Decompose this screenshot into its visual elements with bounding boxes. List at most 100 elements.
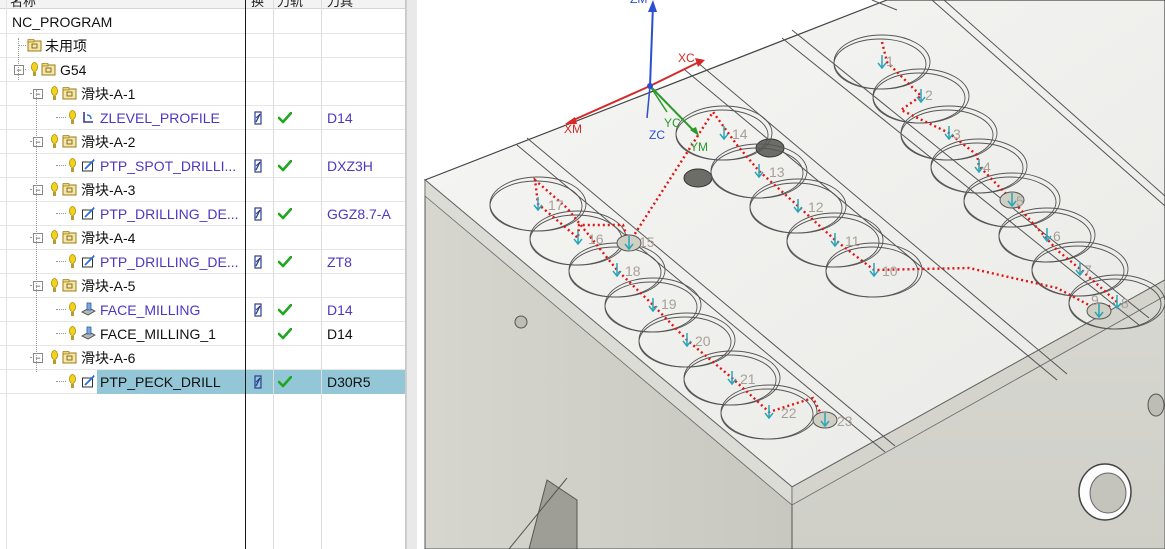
operation-name: NC_PROGRAM — [12, 14, 113, 30]
expand-toggle[interactable]: − — [33, 281, 43, 291]
program-group-icon — [62, 183, 77, 196]
axis-label-xc: XC — [678, 51, 695, 65]
operation-name: FACE_MILLING — [100, 302, 201, 318]
program-group-icon — [62, 135, 77, 148]
hole-number-label: 8 — [1121, 295, 1129, 311]
toolpath-valid-check-icon — [278, 376, 292, 388]
tool-name: D30R5 — [327, 374, 371, 390]
header-swap[interactable]: 换 — [251, 0, 264, 8]
tree-connector — [56, 381, 66, 382]
status-lamp-icon — [69, 254, 76, 268]
axis-label-yc: YC — [664, 116, 681, 130]
hole-number-label: 23 — [837, 413, 853, 429]
tree-row[interactable]: − 滑块-A-4 — [0, 226, 406, 250]
tree-connector — [56, 117, 66, 118]
hole-number-label: 9 — [1091, 292, 1099, 308]
operation-name: FACE_MILLING_1 — [100, 326, 216, 342]
tree-row[interactable]: − 滑块-A-2 — [0, 130, 406, 154]
tree-row[interactable]: FACE_MILLING_1 D14 — [0, 322, 406, 346]
navigator-header: 名称 换 刀轨 刀具 — [0, 0, 406, 9]
column-divider-toolpath[interactable] — [321, 0, 322, 549]
operation-name: 滑块-A-6 — [81, 350, 136, 366]
status-lamp-icon — [69, 158, 76, 172]
hole-number-label: 6 — [1053, 228, 1061, 244]
operation-name: ZLEVEL_PROFILE — [100, 110, 220, 126]
expand-toggle[interactable]: − — [33, 353, 43, 363]
status-lamp-icon — [69, 326, 76, 340]
tree-connector — [18, 45, 26, 46]
tree-row[interactable]: NC_PROGRAM — [0, 10, 406, 34]
column-divider-swap[interactable] — [273, 0, 274, 549]
status-lamp-icon — [51, 230, 58, 244]
face-milling-operation-icon — [81, 302, 96, 316]
tree-row[interactable]: 未用项 — [0, 34, 406, 58]
tree-left-border — [6, 0, 7, 549]
expand-toggle[interactable]: − — [33, 185, 43, 195]
program-group-icon — [62, 279, 77, 292]
operation-name: PTP_PECK_DRILL — [100, 374, 221, 390]
tree-row[interactable]: − G54 — [0, 58, 406, 82]
tree-row[interactable]: − 滑块-A-5 — [0, 274, 406, 298]
tree-connector — [56, 213, 66, 214]
toolpath-valid-check-icon — [278, 304, 292, 316]
toolpath-valid-check-icon — [278, 112, 292, 124]
model-view[interactable]: 1234567891011121314151617181920212223 ZM… — [417, 0, 1165, 549]
operation-name: G54 — [60, 62, 87, 78]
program-group-icon — [27, 39, 42, 52]
operation-name: 滑块-A-5 — [81, 278, 136, 294]
expand-toggle[interactable]: − — [33, 233, 43, 243]
program-group-icon — [62, 351, 77, 364]
drill-operation-icon — [82, 255, 95, 268]
graphics-viewport[interactable]: 1234567891011121314151617181920212223 ZM… — [417, 0, 1165, 549]
tool-name: ZT8 — [327, 254, 352, 270]
operation-name: PTP_DRILLING_DE... — [100, 254, 239, 270]
tree-connector — [56, 261, 66, 262]
toolpath-valid-check-icon — [278, 160, 292, 172]
hole-number-label: 22 — [781, 405, 797, 421]
operation-navigator: 名称 换 刀轨 刀具 NC_PROGRAM 未用项 − G54 − 滑块-A-1 ZLEVE… — [0, 0, 406, 549]
hole-number-label: 21 — [740, 371, 756, 387]
header-toolpath[interactable]: 刀轨 — [277, 0, 303, 8]
expand-toggle[interactable]: − — [33, 137, 43, 147]
operation-name: 滑块-A-3 — [81, 182, 136, 198]
axis-label-xm: XM — [564, 122, 582, 136]
tree-connector — [56, 333, 66, 334]
tree-row[interactable]: − 滑块-A-6 — [0, 346, 406, 370]
tree-row[interactable]: ZLEVEL_PROFILE D14 — [0, 106, 406, 130]
nx-cam-window: 名称 换 刀轨 刀具 NC_PROGRAM 未用项 − G54 − 滑块-A-1 ZLEVE… — [0, 0, 1165, 549]
header-name[interactable]: 名称 — [10, 0, 36, 8]
axis-label-zm: ZM — [630, 0, 647, 6]
axis-label-zc: ZC — [649, 128, 665, 142]
status-lamp-icon — [51, 350, 58, 364]
face-milling-operation-icon — [81, 326, 96, 340]
expand-toggle[interactable]: − — [33, 89, 43, 99]
tree-row[interactable]: PTP_PECK_DRILL D30R5 — [0, 370, 406, 394]
side-hole-large-inner — [1089, 472, 1127, 514]
tree-row[interactable]: PTP_DRILLING_DE... GGZ8.7-A — [0, 202, 406, 226]
tree-connector — [56, 309, 66, 310]
drill-operation-icon — [82, 207, 95, 220]
tool-change-icon — [254, 159, 262, 173]
hole-number-label: 14 — [732, 126, 748, 142]
tree-row[interactable]: FACE_MILLING D14 — [0, 298, 406, 322]
tool-name: D14 — [327, 302, 353, 318]
tree-row[interactable]: − 滑块-A-3 — [0, 178, 406, 202]
tree-vertical-connector — [18, 38, 19, 80]
column-divider-name[interactable] — [245, 0, 246, 549]
tool-change-icon — [254, 303, 262, 317]
hole-number-label: 15 — [639, 234, 655, 250]
status-lamp-icon — [51, 182, 58, 196]
tree-row[interactable]: − 滑块-A-1 — [0, 82, 406, 106]
side-hole-small — [514, 315, 528, 329]
tree-row[interactable]: PTP_SPOT_DRILLI... DXZ3H — [0, 154, 406, 178]
tree-row[interactable]: PTP_DRILLING_DE... ZT8 — [0, 250, 406, 274]
expand-toggle[interactable]: − — [14, 65, 24, 75]
status-lamp-icon — [51, 278, 58, 292]
tool-name: DXZ3H — [327, 158, 373, 174]
hole-number-label: 11 — [845, 233, 860, 249]
status-lamp-icon — [69, 374, 76, 388]
hole-number-label: 17 — [548, 197, 564, 213]
header-tool[interactable]: 刀具 — [327, 0, 353, 8]
status-lamp-icon — [69, 206, 76, 220]
tool-change-icon — [254, 375, 262, 389]
